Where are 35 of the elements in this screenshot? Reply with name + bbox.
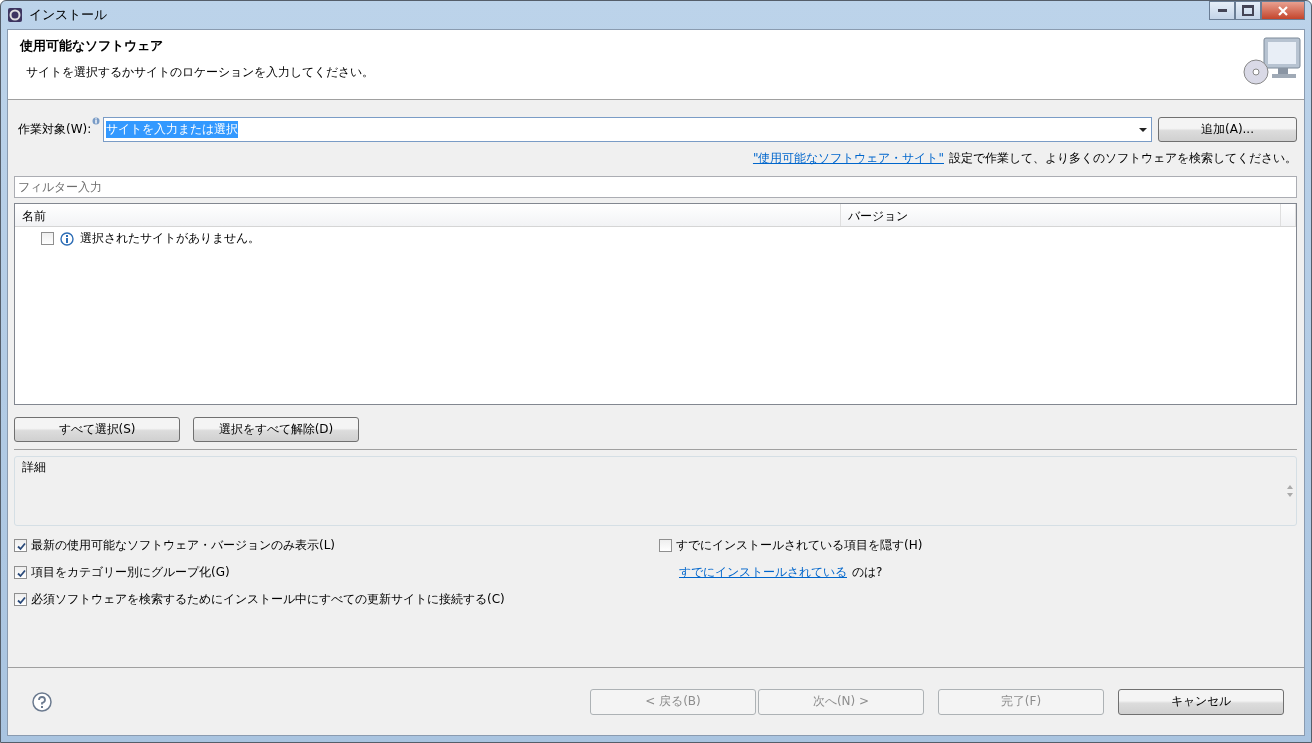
maximize-button[interactable] [1235,1,1261,20]
link-text: のは? [852,564,883,581]
add-button[interactable]: 追加(A)... [1158,117,1297,142]
info-icon [60,231,74,246]
column-header[interactable]: バージョン [841,204,1281,226]
info-icon [92,117,101,125]
checkbox[interactable] [659,539,672,552]
column-header[interactable]: 名前 [15,204,841,226]
page-title: 使用可能なソフトウェア [20,37,164,55]
page-description: サイトを選択するかサイトのロケーションを入力してください。 [25,64,374,81]
close-button[interactable] [1261,1,1305,20]
field-label: 作業対象(W): [17,121,92,138]
checkbox-label: 必須ソフトウェアを検索するためにインストール中にすべての更新サイトに接続する(C) [31,591,505,608]
checkbox-label: 最新の使用可能なソフトウェア・バージョンのみ表示(L) [31,537,336,554]
sites-link[interactable]: "使用可能なソフトウェア・サイト" [752,150,944,167]
checkbox-label: 項目をカテゴリー別にグループ化(G) [31,564,230,581]
caret-icon[interactable] [1139,127,1147,132]
selection-button[interactable]: 選択をすべて解除(D) [193,417,359,442]
checkbox[interactable] [14,593,27,606]
checkbox[interactable] [14,539,27,552]
close-icon[interactable] [1277,5,1289,16]
help-icon[interactable] [32,691,52,712]
group-label: 詳細 [22,459,46,476]
table-cell: 選択されたサイトがありません。 [80,230,260,247]
minimize-button[interactable] [1209,1,1235,20]
window-title: インストール [29,6,107,24]
checkbox[interactable] [14,566,27,579]
combo-value: サイトを入力または選択 [106,121,239,138]
selection-button[interactable]: すべて選択(S) [14,417,180,442]
checkbox[interactable] [41,232,54,245]
wizard-button[interactable]: キャンセル [1118,688,1284,715]
checkbox-label: すでにインストールされている項目を隠す(H) [676,537,923,554]
installed-link[interactable]: すでにインストールされている [679,564,847,581]
hint-text: 設定で作業して、より多くのソフトウェアを検索してください。 [949,150,1297,167]
filter-field[interactable]: フィルター入力 [14,176,1297,198]
